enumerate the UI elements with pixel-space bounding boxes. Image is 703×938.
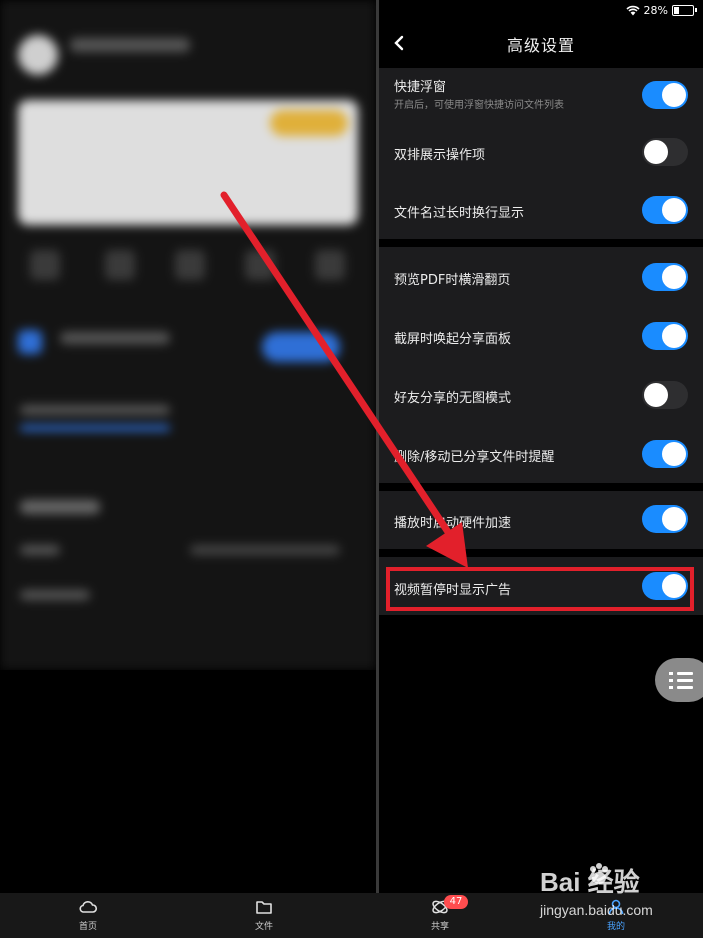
profile-icon [608, 899, 624, 915]
tab-label: 文件 [254, 922, 273, 932]
setting-row-hardware-acceleration: 播放时启动硬件加速 [379, 491, 703, 549]
setting-label: 预览PDF时横滑翻页 [394, 273, 511, 288]
setting-label: 删除/移动已分享文件时提醒 [394, 450, 555, 465]
toggle-switch-pdf-swipe[interactable] [642, 263, 688, 291]
setting-row-no-image-mode: 好友分享的无图模式 [379, 365, 703, 424]
toggle-switch-shared-file-warning[interactable] [642, 440, 688, 468]
tab-profile[interactable]: 我的 [586, 897, 646, 937]
setting-row-filename-wrap: 文件名过长时换行显示 [379, 180, 703, 238]
status-bar: 28% [625, 2, 697, 18]
setting-label: 双排展示操作项 [394, 148, 486, 163]
navigation-bar: 高级设置 [379, 24, 703, 64]
settings-group-playback: 播放时启动硬件加速 [379, 491, 703, 549]
left-empty-area [0, 670, 376, 893]
setting-label: 文件名过长时换行显示 [394, 206, 525, 221]
toggle-switch-filename-wrap[interactable] [642, 196, 688, 224]
folder-icon [256, 901, 272, 914]
toggle-switch-floating-window[interactable] [642, 81, 688, 109]
tab-share[interactable]: 47 共享 [410, 895, 470, 937]
toggle-switch-double-row-actions[interactable] [642, 138, 688, 166]
toggle-switch-pause-ads[interactable] [642, 572, 688, 600]
tab-label: 首页 [78, 922, 97, 932]
setting-label: 好友分享的无图模式 [394, 391, 512, 406]
setting-row-shared-file-warning: 删除/移动已分享文件时提醒 [379, 424, 703, 483]
cloud-icon [79, 901, 98, 913]
settings-group-display: 快捷浮窗 开启后，可使用浮窗快捷访问文件列表 双排展示操作项 文件名过长时换行显… [379, 68, 703, 239]
setting-label: 快捷浮窗 [394, 80, 447, 95]
wifi-icon [625, 5, 640, 15]
battery-icon [672, 4, 694, 16]
setting-row-pause-ads: 视频暂停时显示广告 [379, 557, 703, 615]
setting-row-screenshot-share: 截屏时唤起分享面板 [379, 306, 703, 365]
notification-badge: 47 [444, 895, 468, 909]
tab-files[interactable]: 文件 [234, 897, 294, 937]
settings-group-ads: 视频暂停时显示广告 [379, 557, 703, 615]
setting-description: 开启后，可使用浮窗快捷访问文件列表 [394, 100, 564, 111]
floating-menu-button[interactable] [655, 658, 703, 702]
setting-label: 视频暂停时显示广告 [394, 583, 512, 598]
tab-label: 共享 [430, 922, 449, 932]
blurred-background-pane [0, 0, 376, 893]
setting-label: 播放时启动硬件加速 [394, 516, 512, 531]
setting-label: 截屏时唤起分享面板 [394, 332, 512, 347]
advanced-settings-pane: 28% 高级设置 快捷浮窗 开启后，可使用浮窗快捷访问文件列表 双排展示操作项 … [379, 0, 703, 893]
bottom-tab-bar: 首页 文件 47 共享 我的 [0, 893, 703, 938]
setting-row-floating-window: 快捷浮窗 开启后，可使用浮窗快捷访问文件列表 [379, 68, 703, 124]
tab-home[interactable]: 首页 [58, 897, 118, 937]
toggle-switch-no-image-mode[interactable] [642, 381, 688, 409]
battery-percent: 28% [643, 3, 668, 17]
page-title: 高级设置 [506, 36, 575, 55]
toggle-switch-hardware-acceleration[interactable] [642, 505, 688, 533]
blurred-content [0, 0, 376, 670]
setting-row-double-row-actions: 双排展示操作项 [379, 124, 703, 180]
tab-label: 我的 [606, 922, 625, 932]
settings-group-share: 预览PDF时横滑翻页 截屏时唤起分享面板 好友分享的无图模式 删除/移动已分享文… [379, 247, 703, 483]
toggle-switch-screenshot-share[interactable] [642, 322, 688, 350]
setting-row-pdf-swipe: 预览PDF时横滑翻页 [379, 247, 703, 306]
